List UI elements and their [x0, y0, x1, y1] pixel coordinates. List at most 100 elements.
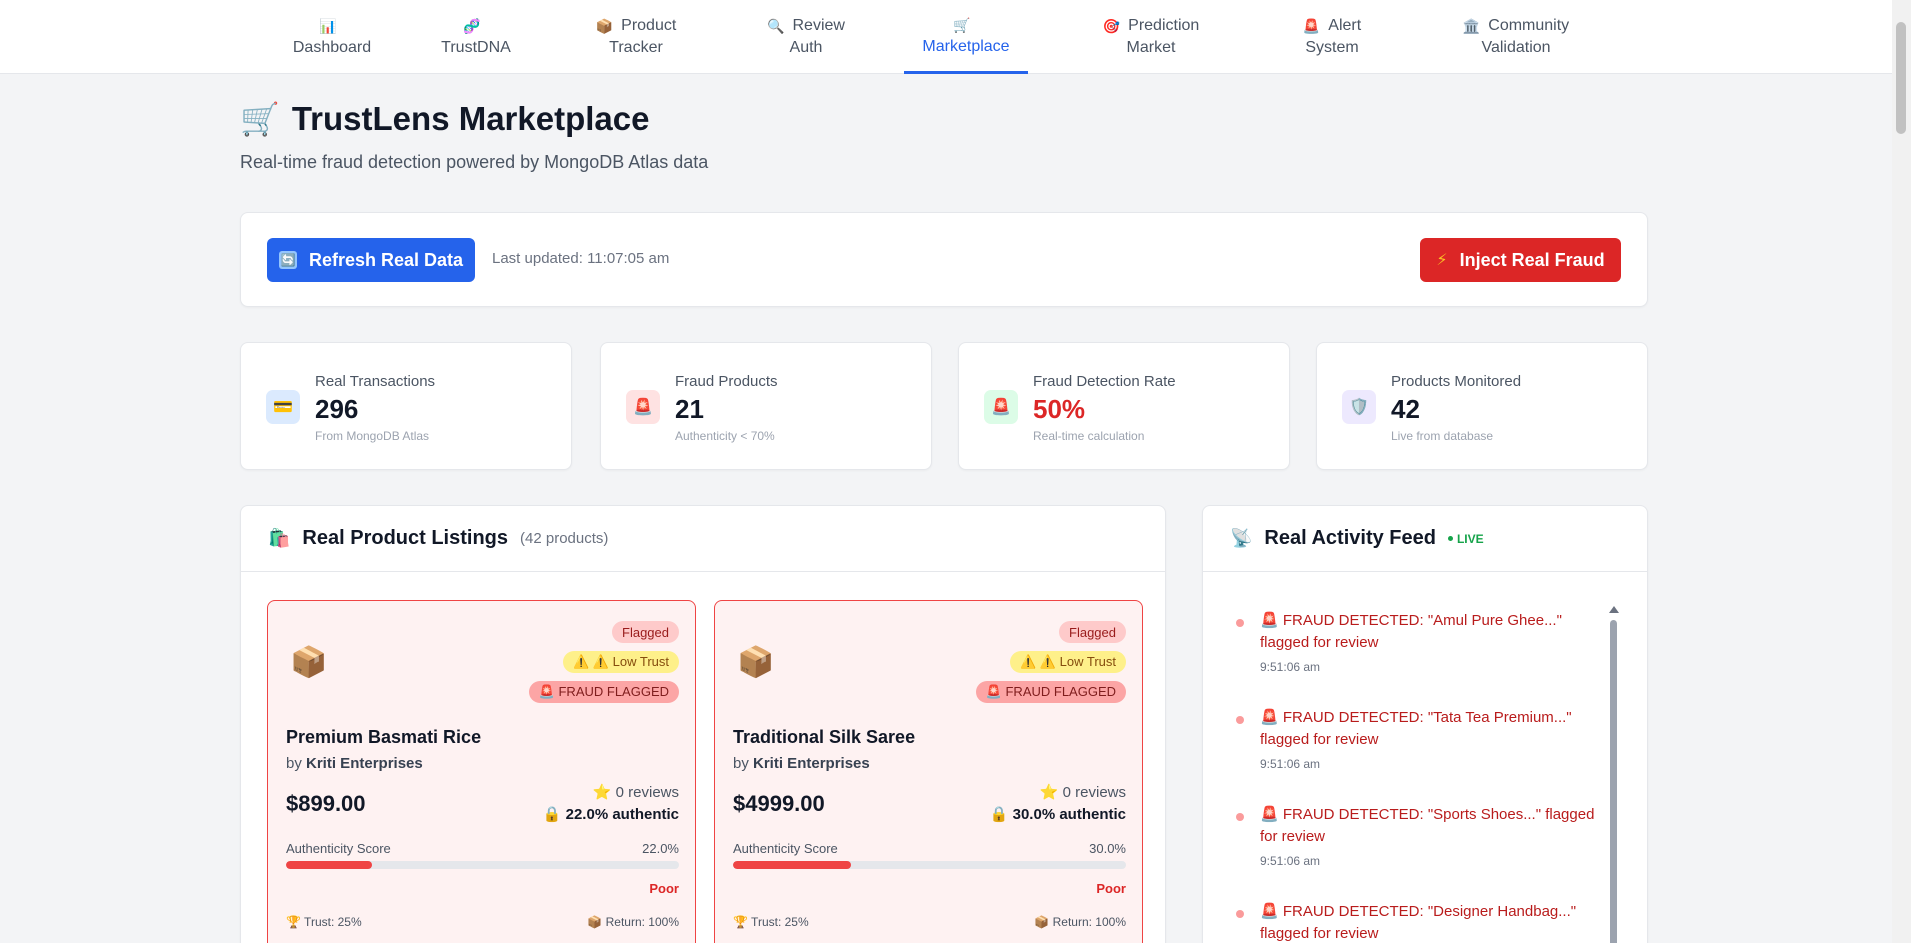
- listings-count: (42 products): [520, 530, 609, 547]
- feed-item: 🚨 FRAUD DETECTED: "Amul Pure Ghee..." fl…: [1236, 610, 1596, 680]
- last-updated: Last updated: 11:07:05 am: [492, 250, 670, 267]
- live-label: LIVE: [1456, 531, 1484, 546]
- stat-label: Fraud Detection Rate: [1033, 373, 1176, 390]
- low-trust-badge: ⚠️ ⚠️ Low Trust: [563, 651, 679, 673]
- return-value: 📦 Return: 100%: [1034, 915, 1126, 929]
- listings-title: Real Product Listings: [302, 527, 509, 549]
- nav-label: System: [1305, 39, 1359, 56]
- feed-title: Real Activity Feed: [1264, 527, 1436, 549]
- nav-marketplace[interactable]: 🛒 Marketplace: [904, 0, 1028, 74]
- siren-icon: 🚨: [984, 390, 1018, 424]
- authenticity-bar: [286, 861, 679, 869]
- stat-note: Authenticity < 70%: [675, 429, 775, 443]
- product-seller: by Kriti Enterprises: [286, 755, 423, 772]
- stat-note: From MongoDB Atlas: [315, 429, 430, 443]
- product-card[interactable]: 📦 Flagged ⚠️ ⚠️ Low Trust 🚨 FRAUD FLAGGE…: [267, 600, 696, 943]
- stat-card-transactions: 💳 Real Transactions 296 From MongoDB Atl…: [240, 342, 572, 470]
- refresh-data-button[interactable]: 🔄 Refresh Real Data: [267, 238, 475, 282]
- satellite-icon: 📡: [1230, 528, 1253, 548]
- product-name[interactable]: Traditional Silk Saree: [733, 727, 915, 748]
- live-dot-icon: [1447, 536, 1453, 541]
- authenticity-bar: [733, 861, 1126, 869]
- feed-item-text: 🚨 FRAUD DETECTED: "Sports Shoes..." flag…: [1260, 806, 1595, 845]
- scrollbar-thumb[interactable]: [1896, 22, 1906, 134]
- nav-prediction-market[interactable]: 🎯 Prediction Market: [1084, 0, 1218, 74]
- bar-chart-icon: 📊: [319, 18, 337, 34]
- bullet-dot-icon: [1236, 716, 1244, 724]
- feed-header: 📡 Real Activity Feed LIVE: [1203, 506, 1647, 572]
- product-card[interactable]: 📦 Flagged ⚠️ ⚠️ Low Trust 🚨 FRAUD FLAGGE…: [714, 600, 1143, 943]
- package-icon: 📦: [290, 646, 328, 679]
- seller-name: Kriti Enterprises: [753, 755, 870, 772]
- feed-scrollbar-thumb[interactable]: [1610, 620, 1617, 943]
- product-name[interactable]: Premium Basmati Rice: [286, 727, 481, 748]
- stat-note: Real-time calculation: [1033, 429, 1145, 443]
- fraud-flagged-badge: 🚨 FRAUD FLAGGED: [975, 681, 1126, 703]
- activity-feed-panel: 📡 Real Activity Feed LIVE 🚨 FRAUD DETECT…: [1202, 505, 1648, 943]
- nav-label: Tracker: [609, 39, 663, 56]
- nav-product-tracker[interactable]: 📦 Product Tracker: [572, 0, 700, 74]
- magnifier-icon: 🔍: [767, 18, 785, 34]
- scroll-up-arrow-icon[interactable]: [1609, 606, 1619, 613]
- cart-icon: 🛒: [240, 101, 280, 137]
- product-price: $4999.00: [733, 791, 825, 816]
- listings-header: 🛍️ Real Product Listings (42 products): [241, 506, 1165, 572]
- feed-item-text: 🚨 FRAUD DETECTED: "Designer Handbag..." …: [1260, 903, 1577, 942]
- nav-community-validation[interactable]: 🏛️ Community Validation: [1450, 0, 1582, 74]
- page-title: 🛒 TrustLens Marketplace: [240, 100, 649, 138]
- flagged-badge: Flagged: [612, 621, 679, 643]
- shield-icon: 🛡️: [1342, 390, 1376, 424]
- feed-item-text: 🚨 FRAUD DETECTED: "Amul Pure Ghee..." fl…: [1260, 612, 1562, 651]
- package-icon: 📦: [737, 646, 775, 679]
- stat-value: 50%: [1033, 394, 1086, 424]
- feed-item: 🚨 FRAUD DETECTED: "Tata Tea Premium..." …: [1236, 707, 1596, 777]
- controls-card: 🔄 Refresh Real Data Last updated: 11:07:…: [240, 212, 1648, 307]
- page-subtitle: Real-time fraud detection powered by Mon…: [240, 152, 709, 172]
- nav-label: Auth: [789, 39, 823, 56]
- authentic-percent: 🔒 30.0% authentic: [989, 806, 1126, 823]
- trust-value: 🏆 Trust: 25%: [286, 915, 362, 929]
- authenticity-bar-fill: [733, 861, 851, 869]
- nav-trustdna[interactable]: 🧬 TrustDNA: [420, 0, 532, 74]
- inject-label: Inject Real Fraud: [1459, 249, 1605, 270]
- nav-label: TrustDNA: [441, 39, 511, 56]
- stat-value: 296: [315, 394, 359, 424]
- product-listings-panel: 🛍️ Real Product Listings (42 products) 📦…: [240, 505, 1166, 943]
- feed-scrollbar[interactable]: [1609, 606, 1619, 943]
- score-label: Authenticity Score: [733, 841, 838, 856]
- nav-label: Marketplace: [922, 37, 1010, 55]
- bullet-dot-icon: [1236, 910, 1244, 918]
- page-scrollbar[interactable]: [1892, 0, 1911, 943]
- refresh-icon: 🔄: [278, 251, 297, 269]
- lightning-icon: ⚡: [1436, 252, 1448, 269]
- nav-review-auth[interactable]: 🔍 Review Auth: [746, 0, 866, 74]
- institution-icon: 🏛️: [1462, 18, 1481, 34]
- product-price: $899.00: [286, 791, 366, 816]
- feed-item-text: 🚨 FRAUD DETECTED: "Tata Tea Premium..." …: [1260, 709, 1572, 748]
- score-value: 22.0%: [642, 841, 679, 856]
- feed-item-time: 9:51:06 am: [1260, 854, 1321, 868]
- credit-card-icon: 💳: [266, 390, 300, 424]
- stat-label: Fraud Products: [675, 373, 778, 390]
- seller-prefix: by: [733, 755, 749, 772]
- bullet-dot-icon: [1236, 619, 1244, 627]
- seller-prefix: by: [286, 755, 302, 772]
- low-trust-badge: ⚠️ ⚠️ Low Trust: [1010, 651, 1126, 673]
- authentic-percent: 🔒 22.0% authentic: [542, 806, 679, 823]
- stat-card-detection-rate: 🚨 Fraud Detection Rate 50% Real-time cal…: [958, 342, 1290, 470]
- nav-dashboard[interactable]: 📊 Dashboard: [270, 0, 394, 74]
- nav-label: Validation: [1481, 39, 1551, 56]
- bullet-dot-icon: [1236, 813, 1244, 821]
- return-value: 📦 Return: 100%: [587, 915, 679, 929]
- fraud-flagged-badge: 🚨 FRAUD FLAGGED: [528, 681, 679, 703]
- inject-fraud-button[interactable]: ⚡ Inject Real Fraud: [1420, 238, 1621, 282]
- review-count: ⭐ 0 reviews: [1039, 784, 1126, 801]
- refresh-label: Refresh Real Data: [308, 249, 464, 270]
- product-seller: by Kriti Enterprises: [733, 755, 870, 772]
- score-rating: Poor: [649, 881, 679, 896]
- shopping-bags-icon: 🛍️: [268, 528, 291, 548]
- feed-item-time: 9:51:06 am: [1260, 660, 1321, 674]
- stat-value: 42: [1391, 394, 1420, 424]
- feed-item: 🚨 FRAUD DETECTED: "Designer Handbag..." …: [1236, 901, 1596, 943]
- nav-alert-system[interactable]: 🚨 Alert System: [1280, 0, 1384, 74]
